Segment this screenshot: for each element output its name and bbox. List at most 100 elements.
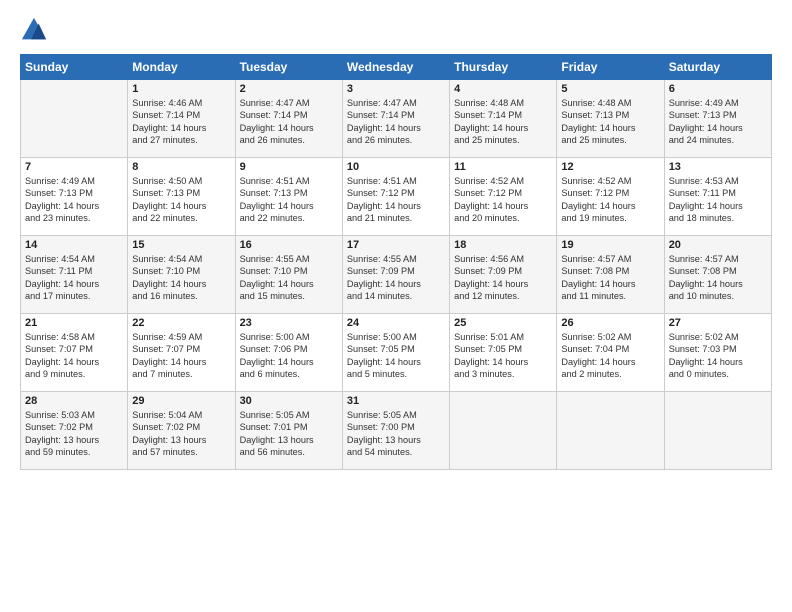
- day-number: 9: [240, 161, 338, 173]
- day-number: 7: [25, 161, 123, 173]
- cell-content: Sunrise: 5:05 AM Sunset: 7:01 PM Dayligh…: [240, 409, 338, 459]
- day-header-thursday: Thursday: [450, 55, 557, 80]
- cell-content: Sunrise: 5:05 AM Sunset: 7:00 PM Dayligh…: [347, 409, 445, 459]
- cell-content: Sunrise: 5:02 AM Sunset: 7:04 PM Dayligh…: [561, 331, 659, 381]
- cell-content: Sunrise: 4:46 AM Sunset: 7:14 PM Dayligh…: [132, 97, 230, 147]
- calendar-cell: 20 Sunrise: 4:57 AM Sunset: 7:08 PM Dayli…: [664, 236, 771, 314]
- calendar-cell: [21, 80, 128, 158]
- cell-content: Sunrise: 4:51 AM Sunset: 7:13 PM Dayligh…: [240, 175, 338, 225]
- calendar-cell: 15 Sunrise: 4:54 AM Sunset: 7:10 PM Dayli…: [128, 236, 235, 314]
- day-number: 18: [454, 239, 552, 251]
- day-number: 24: [347, 317, 445, 329]
- cell-content: Sunrise: 5:03 AM Sunset: 7:02 PM Dayligh…: [25, 409, 123, 459]
- day-number: 11: [454, 161, 552, 173]
- day-number: 20: [669, 239, 767, 251]
- calendar-cell: 1Sunrise: 4:46 AM Sunset: 7:14 PM Daylig…: [128, 80, 235, 158]
- cell-content: Sunrise: 4:55 AM Sunset: 7:09 PM Dayligh…: [347, 253, 445, 303]
- week-row-4: 21 Sunrise: 4:58 AM Sunset: 7:07 PM Dayli…: [21, 314, 772, 392]
- cell-content: Sunrise: 4:49 AM Sunset: 7:13 PM Dayligh…: [25, 175, 123, 225]
- calendar-cell: 10 Sunrise: 4:51 AM Sunset: 7:12 PM Dayli…: [342, 158, 449, 236]
- day-number: 30: [240, 395, 338, 407]
- day-number: 31: [347, 395, 445, 407]
- day-number: 4: [454, 83, 552, 95]
- header-row: SundayMondayTuesdayWednesdayThursdayFrid…: [21, 55, 772, 80]
- day-number: 21: [25, 317, 123, 329]
- calendar-cell: 16 Sunrise: 4:55 AM Sunset: 7:10 PM Dayli…: [235, 236, 342, 314]
- logo-icon: [20, 16, 48, 44]
- calendar-cell: 31 Sunrise: 5:05 AM Sunset: 7:00 PM Dayli…: [342, 392, 449, 470]
- cell-content: Sunrise: 4:48 AM Sunset: 7:14 PM Dayligh…: [454, 97, 552, 147]
- day-number: 3: [347, 83, 445, 95]
- day-header-sunday: Sunday: [21, 55, 128, 80]
- cell-content: Sunrise: 5:01 AM Sunset: 7:05 PM Dayligh…: [454, 331, 552, 381]
- calendar-cell: [557, 392, 664, 470]
- calendar-cell: 22 Sunrise: 4:59 AM Sunset: 7:07 PM Dayli…: [128, 314, 235, 392]
- calendar-cell: 3 Sunrise: 4:47 AM Sunset: 7:14 PM Daylig…: [342, 80, 449, 158]
- cell-content: Sunrise: 4:50 AM Sunset: 7:13 PM Dayligh…: [132, 175, 230, 225]
- calendar-cell: 11 Sunrise: 4:52 AM Sunset: 7:12 PM Dayli…: [450, 158, 557, 236]
- cell-content: Sunrise: 4:51 AM Sunset: 7:12 PM Dayligh…: [347, 175, 445, 225]
- cell-content: Sunrise: 4:54 AM Sunset: 7:11 PM Dayligh…: [25, 253, 123, 303]
- calendar-cell: 23Sunrise: 5:00 AM Sunset: 7:06 PM Dayli…: [235, 314, 342, 392]
- calendar-cell: [450, 392, 557, 470]
- cell-content: Sunrise: 4:54 AM Sunset: 7:10 PM Dayligh…: [132, 253, 230, 303]
- calendar-table: SundayMondayTuesdayWednesdayThursdayFrid…: [20, 54, 772, 470]
- calendar-cell: 6 Sunrise: 4:49 AM Sunset: 7:13 PM Daylig…: [664, 80, 771, 158]
- cell-content: Sunrise: 5:00 AM Sunset: 7:06 PM Dayligh…: [240, 331, 338, 381]
- calendar-cell: 9 Sunrise: 4:51 AM Sunset: 7:13 PM Daylig…: [235, 158, 342, 236]
- day-header-friday: Friday: [557, 55, 664, 80]
- calendar-cell: 24 Sunrise: 5:00 AM Sunset: 7:05 PM Dayli…: [342, 314, 449, 392]
- calendar-cell: 8 Sunrise: 4:50 AM Sunset: 7:13 PM Daylig…: [128, 158, 235, 236]
- calendar-cell: [664, 392, 771, 470]
- cell-content: Sunrise: 4:48 AM Sunset: 7:13 PM Dayligh…: [561, 97, 659, 147]
- day-number: 28: [25, 395, 123, 407]
- day-header-wednesday: Wednesday: [342, 55, 449, 80]
- calendar-cell: 28 Sunrise: 5:03 AM Sunset: 7:02 PM Dayli…: [21, 392, 128, 470]
- day-number: 16: [240, 239, 338, 251]
- calendar-cell: 26 Sunrise: 5:02 AM Sunset: 7:04 PM Dayli…: [557, 314, 664, 392]
- day-number: 29: [132, 395, 230, 407]
- calendar-cell: 12Sunrise: 4:52 AM Sunset: 7:12 PM Dayli…: [557, 158, 664, 236]
- week-row-3: 14 Sunrise: 4:54 AM Sunset: 7:11 PM Dayli…: [21, 236, 772, 314]
- calendar-cell: 2 Sunrise: 4:47 AM Sunset: 7:14 PM Daylig…: [235, 80, 342, 158]
- logo: [20, 16, 52, 44]
- day-number: 13: [669, 161, 767, 173]
- day-number: 19: [561, 239, 659, 251]
- cell-content: Sunrise: 5:02 AM Sunset: 7:03 PM Dayligh…: [669, 331, 767, 381]
- day-number: 8: [132, 161, 230, 173]
- cell-content: Sunrise: 5:04 AM Sunset: 7:02 PM Dayligh…: [132, 409, 230, 459]
- cell-content: Sunrise: 4:52 AM Sunset: 7:12 PM Dayligh…: [454, 175, 552, 225]
- cell-content: Sunrise: 5:00 AM Sunset: 7:05 PM Dayligh…: [347, 331, 445, 381]
- cell-content: Sunrise: 4:47 AM Sunset: 7:14 PM Dayligh…: [240, 97, 338, 147]
- day-number: 22: [132, 317, 230, 329]
- cell-content: Sunrise: 4:47 AM Sunset: 7:14 PM Dayligh…: [347, 97, 445, 147]
- calendar-cell: 5 Sunrise: 4:48 AM Sunset: 7:13 PM Daylig…: [557, 80, 664, 158]
- calendar-cell: 18Sunrise: 4:56 AM Sunset: 7:09 PM Dayli…: [450, 236, 557, 314]
- week-row-1: 1Sunrise: 4:46 AM Sunset: 7:14 PM Daylig…: [21, 80, 772, 158]
- day-header-monday: Monday: [128, 55, 235, 80]
- day-number: 26: [561, 317, 659, 329]
- day-number: 15: [132, 239, 230, 251]
- day-header-tuesday: Tuesday: [235, 55, 342, 80]
- header: [20, 16, 772, 44]
- page: SundayMondayTuesdayWednesdayThursdayFrid…: [0, 0, 792, 480]
- cell-content: Sunrise: 4:58 AM Sunset: 7:07 PM Dayligh…: [25, 331, 123, 381]
- day-number: 14: [25, 239, 123, 251]
- day-number: 2: [240, 83, 338, 95]
- day-header-saturday: Saturday: [664, 55, 771, 80]
- calendar-cell: 21 Sunrise: 4:58 AM Sunset: 7:07 PM Dayli…: [21, 314, 128, 392]
- calendar-cell: 4 Sunrise: 4:48 AM Sunset: 7:14 PM Daylig…: [450, 80, 557, 158]
- cell-content: Sunrise: 4:55 AM Sunset: 7:10 PM Dayligh…: [240, 253, 338, 303]
- calendar-cell: 25Sunrise: 5:01 AM Sunset: 7:05 PM Dayli…: [450, 314, 557, 392]
- day-number: 6: [669, 83, 767, 95]
- day-number: 5: [561, 83, 659, 95]
- cell-content: Sunrise: 4:59 AM Sunset: 7:07 PM Dayligh…: [132, 331, 230, 381]
- cell-content: Sunrise: 4:53 AM Sunset: 7:11 PM Dayligh…: [669, 175, 767, 225]
- cell-content: Sunrise: 4:57 AM Sunset: 7:08 PM Dayligh…: [669, 253, 767, 303]
- calendar-cell: 7 Sunrise: 4:49 AM Sunset: 7:13 PM Daylig…: [21, 158, 128, 236]
- cell-content: Sunrise: 4:49 AM Sunset: 7:13 PM Dayligh…: [669, 97, 767, 147]
- day-number: 10: [347, 161, 445, 173]
- calendar-cell: 17Sunrise: 4:55 AM Sunset: 7:09 PM Dayli…: [342, 236, 449, 314]
- cell-content: Sunrise: 4:52 AM Sunset: 7:12 PM Dayligh…: [561, 175, 659, 225]
- week-row-5: 28 Sunrise: 5:03 AM Sunset: 7:02 PM Dayli…: [21, 392, 772, 470]
